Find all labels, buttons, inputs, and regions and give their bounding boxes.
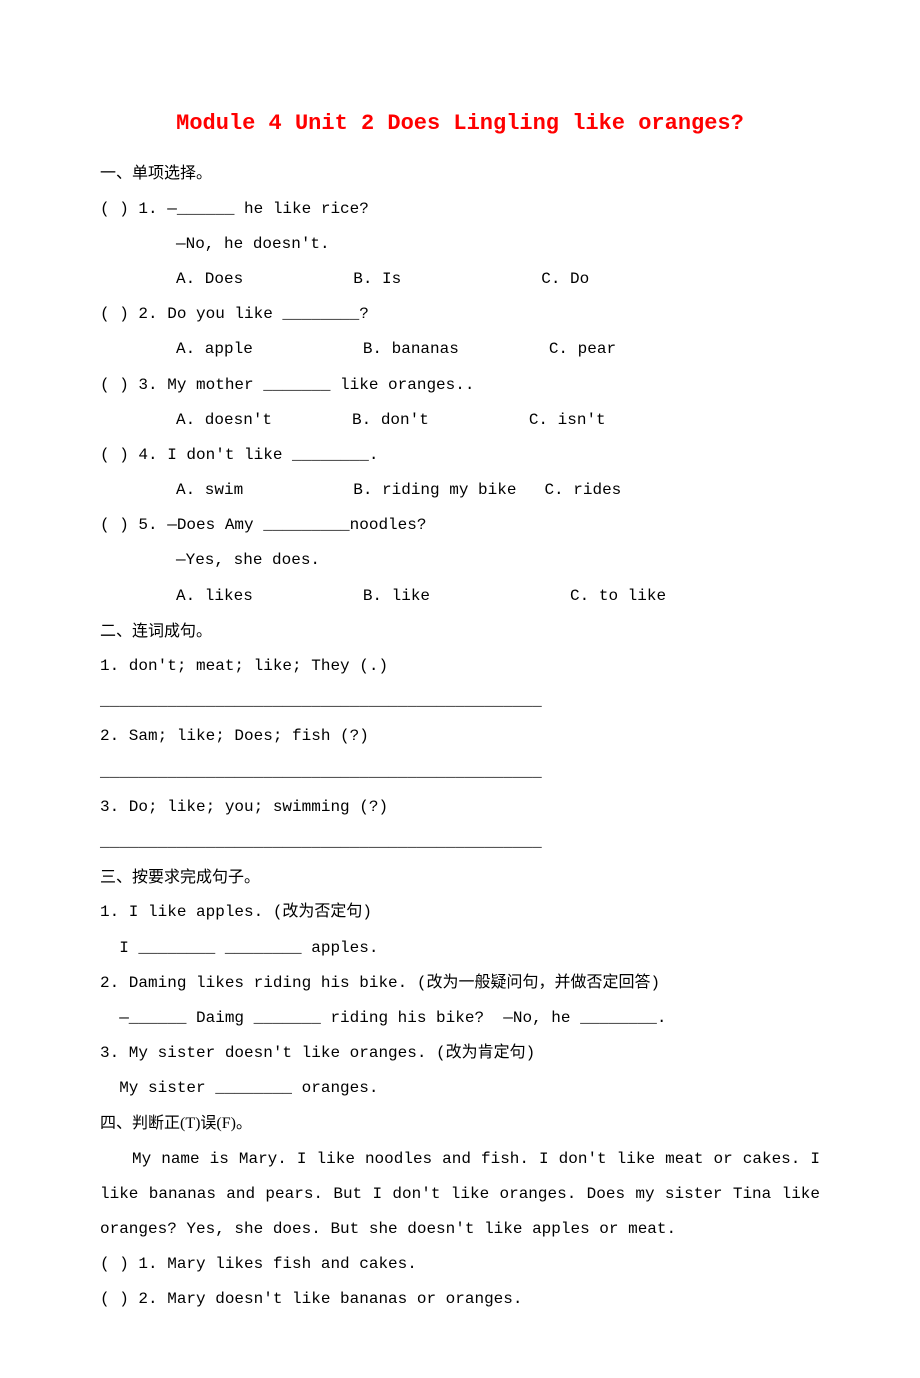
s1-q3-stem: ( ) 3. My mother _______ like oranges.. [100, 368, 820, 403]
s1-q5-opt-c[interactable]: C. to like [570, 579, 666, 614]
s3-q3a: 3. My sister doesn't like oranges. (改为肯定… [100, 1036, 820, 1071]
s1-q5-stem: ( ) 5. —Does Amy _________noodles? [100, 508, 820, 543]
s2-q3: 3. Do; like; you; swimming (?) [100, 790, 820, 825]
s1-q2-stem: ( ) 2. Do you like ________? [100, 297, 820, 332]
section-4-heading: 四、判断正(T)误(F)。 [100, 1106, 820, 1141]
s1-q1-opt-a[interactable]: A. Does [176, 262, 243, 297]
s1-q2-opt-b[interactable]: B. bananas [363, 332, 459, 367]
s2-q2: 2. Sam; like; Does; fish (?) [100, 719, 820, 754]
s1-q4-opt-c[interactable]: C. rides [544, 473, 621, 508]
s1-q5-options: A. likes B. like C. to like [100, 579, 820, 614]
s3-q2a: 2. Daming likes riding his bike. (改为一般疑问… [100, 966, 820, 1001]
s2-q1: 1. don't; meat; like; They (.) [100, 649, 820, 684]
s1-q5-opt-a[interactable]: A. likes [176, 579, 253, 614]
s1-q1-opt-c[interactable]: C. Do [541, 262, 589, 297]
s1-q1-stem: ( ) 1. —______ he like rice? [100, 192, 820, 227]
page-title: Module 4 Unit 2 Does Lingling like orang… [100, 100, 820, 148]
s1-q5-line2: —Yes, she does. [100, 543, 820, 578]
worksheet-page: Module 4 Unit 2 Does Lingling like orang… [0, 0, 920, 1378]
s1-q1-options: A. Does B. Is C. Do [100, 262, 820, 297]
s1-q3-options: A. doesn't B. don't C. isn't [100, 403, 820, 438]
s1-q4-opt-b[interactable]: B. riding my bike [353, 473, 516, 508]
s3-q3b[interactable]: My sister ________ oranges. [100, 1071, 820, 1106]
s3-q1a: 1. I like apples. (改为否定句) [100, 895, 820, 930]
s1-q3-opt-a[interactable]: A. doesn't [176, 403, 272, 438]
s2-q1-blank[interactable]: ________________________________________… [100, 684, 820, 719]
s1-q2-opt-a[interactable]: A. apple [176, 332, 253, 367]
s2-q3-blank[interactable]: ________________________________________… [100, 825, 820, 860]
s2-q2-blank[interactable]: ________________________________________… [100, 755, 820, 790]
s4-q1[interactable]: ( ) 1. Mary likes fish and cakes. [100, 1247, 820, 1282]
section-2-heading: 二、连词成句。 [100, 614, 820, 649]
s4-passage: My name is Mary. I like noodles and fish… [100, 1142, 820, 1248]
s1-q3-opt-b[interactable]: B. don't [352, 403, 429, 438]
s1-q4-opt-a[interactable]: A. swim [176, 473, 243, 508]
s3-q1b[interactable]: I ________ ________ apples. [100, 931, 820, 966]
s1-q1-opt-b[interactable]: B. Is [353, 262, 401, 297]
s1-q5-opt-b[interactable]: B. like [363, 579, 430, 614]
section-3-heading: 三、按要求完成句子。 [100, 860, 820, 895]
s4-q2[interactable]: ( ) 2. Mary doesn't like bananas or oran… [100, 1282, 820, 1317]
s1-q4-stem: ( ) 4. I don't like ________. [100, 438, 820, 473]
section-1-heading: 一、单项选择。 [100, 156, 820, 191]
s1-q2-opt-c[interactable]: C. pear [549, 332, 616, 367]
s1-q4-options: A. swim B. riding my bike C. rides [100, 473, 820, 508]
s1-q2-options: A. apple B. bananas C. pear [100, 332, 820, 367]
s1-q3-opt-c[interactable]: C. isn't [529, 403, 606, 438]
s3-q2b[interactable]: —______ Daimg _______ riding his bike? —… [100, 1001, 820, 1036]
s1-q1-line2: —No, he doesn't. [100, 227, 820, 262]
